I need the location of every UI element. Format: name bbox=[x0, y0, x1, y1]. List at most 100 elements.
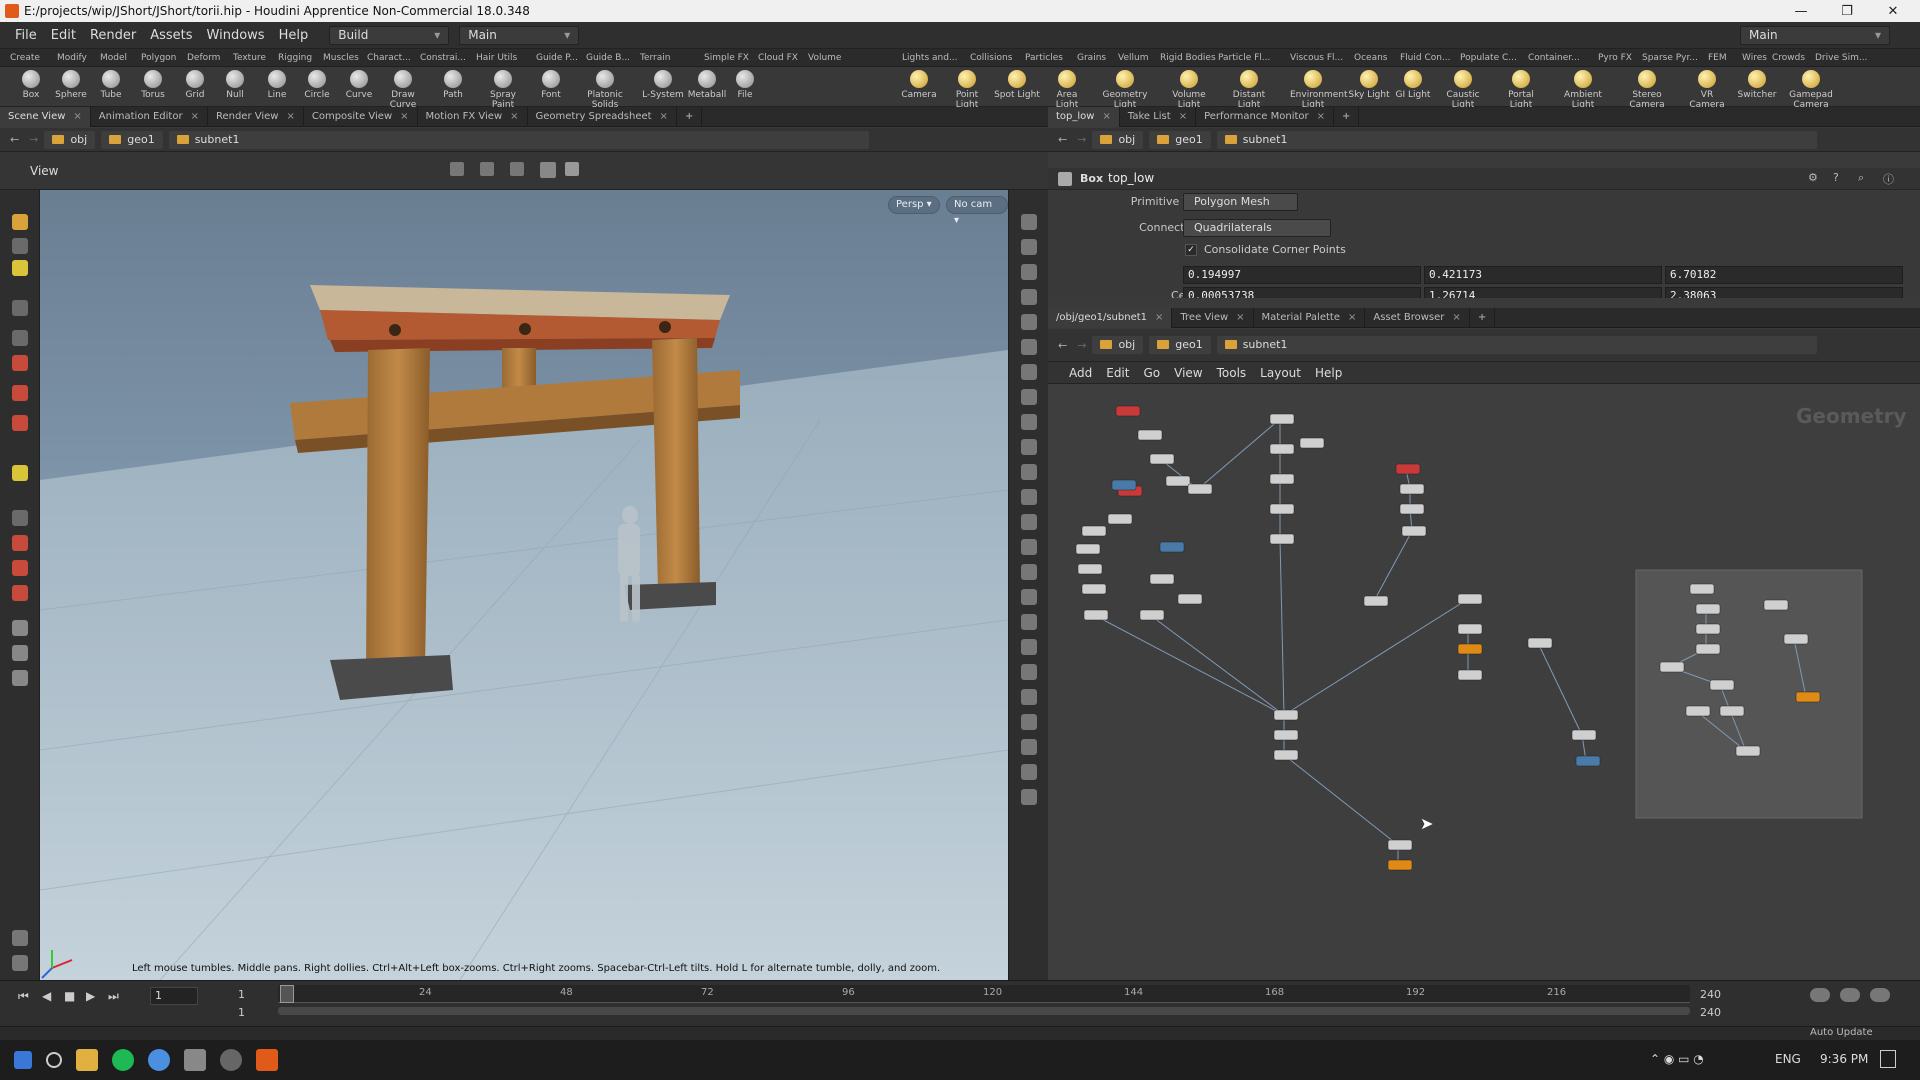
viewer-option-icon[interactable] bbox=[1021, 289, 1037, 305]
viewer-option-icon[interactable] bbox=[1021, 689, 1037, 705]
node-name[interactable]: top_low bbox=[1108, 171, 1154, 185]
network-node[interactable] bbox=[1269, 413, 1295, 425]
viewer-option-icon[interactable] bbox=[1021, 564, 1037, 580]
menu-windows[interactable]: Windows bbox=[200, 28, 272, 43]
close-tab-icon[interactable]: × bbox=[1179, 111, 1187, 122]
network-node[interactable] bbox=[1165, 475, 1191, 487]
shelf-tab[interactable]: Simple FX bbox=[704, 49, 749, 67]
shelf-tool[interactable]: Platonic Solids bbox=[582, 70, 628, 110]
perspective-menu[interactable]: Persp ▾ bbox=[888, 196, 940, 214]
select-mode-icon[interactable] bbox=[12, 415, 28, 431]
connectivity-select[interactable]: Quadrilaterals bbox=[1183, 219, 1331, 237]
net-menu-view[interactable]: View bbox=[1167, 366, 1209, 380]
help-icon[interactable]: ? bbox=[1833, 171, 1839, 184]
network-node[interactable] bbox=[1527, 637, 1553, 649]
shelf-tool[interactable]: GI Light bbox=[1390, 70, 1436, 100]
network-node[interactable] bbox=[1115, 405, 1141, 417]
network-node[interactable] bbox=[1149, 573, 1175, 585]
gear-icon[interactable]: ⚙ bbox=[1808, 171, 1818, 184]
select-mode-icon[interactable] bbox=[12, 385, 28, 401]
shelf-tool[interactable]: Draw Curve bbox=[380, 70, 426, 110]
viewer-option-icon[interactable] bbox=[1021, 239, 1037, 255]
shelf-tab[interactable]: Polygon bbox=[141, 49, 176, 67]
viewer-option-icon[interactable] bbox=[1021, 439, 1037, 455]
pane-tab[interactable]: Composite View × bbox=[304, 106, 418, 127]
pane-tab[interactable]: Tree View × bbox=[1172, 307, 1254, 328]
desktop-select[interactable]: Build ▾ bbox=[329, 25, 450, 45]
consolidate-checkbox[interactable]: ✓ bbox=[1185, 244, 1197, 256]
shelf-tab[interactable]: Charact... bbox=[367, 49, 411, 67]
display-option-icon[interactable] bbox=[510, 162, 524, 176]
pane-tab[interactable]: Scene View × bbox=[0, 106, 91, 127]
select-tool-icon[interactable] bbox=[12, 238, 28, 254]
jump-start-icon[interactable]: ⏮ bbox=[18, 989, 29, 1004]
pane-tab[interactable]: Render View × bbox=[208, 106, 304, 127]
viewer-option-icon[interactable] bbox=[1021, 614, 1037, 630]
network-editor[interactable]: Geometry ➤ bbox=[1048, 384, 1920, 980]
display-option-icon[interactable] bbox=[480, 162, 494, 176]
shelf-tab[interactable]: Create bbox=[10, 49, 40, 67]
network-node[interactable] bbox=[1689, 583, 1715, 595]
pane-tab[interactable]: Performance Monitor × bbox=[1196, 106, 1335, 127]
shelf-tool[interactable]: File bbox=[722, 70, 768, 100]
shelf-tab[interactable]: Muscles bbox=[323, 49, 359, 67]
network-node[interactable] bbox=[1273, 729, 1299, 741]
shelf-tool[interactable]: Null bbox=[212, 70, 258, 100]
magnet-icon[interactable] bbox=[12, 535, 28, 551]
shelf-tool[interactable]: L-System bbox=[640, 70, 686, 100]
network-node[interactable] bbox=[1695, 643, 1721, 655]
pane-tab[interactable]: Animation Editor × bbox=[91, 106, 208, 127]
handle-tool-icon[interactable] bbox=[12, 214, 28, 230]
viewer-option-icon[interactable] bbox=[1021, 264, 1037, 280]
brush-icon[interactable] bbox=[12, 930, 28, 946]
close-tab-icon[interactable]: × bbox=[1452, 312, 1460, 323]
shelf-tab[interactable]: Deform bbox=[187, 49, 220, 67]
shelf-tool[interactable]: Curve bbox=[336, 70, 382, 100]
network-node[interactable] bbox=[1269, 443, 1295, 455]
range-slider[interactable] bbox=[278, 1007, 1690, 1015]
language-indicator[interactable]: ENG bbox=[1775, 1052, 1801, 1066]
shelf-tab[interactable]: Guide P... bbox=[536, 49, 578, 67]
display-option-icon[interactable] bbox=[450, 162, 464, 176]
network-node[interactable] bbox=[1149, 453, 1175, 465]
info-icon[interactable]: ⓘ bbox=[1883, 171, 1894, 187]
shelf-tab[interactable]: Particle Fl... bbox=[1218, 49, 1270, 67]
network-node[interactable] bbox=[1081, 525, 1107, 537]
shelf-tab[interactable]: Populate C... bbox=[1460, 49, 1517, 67]
network-node[interactable] bbox=[1269, 533, 1295, 545]
current-frame-field[interactable]: 1 bbox=[150, 987, 198, 1005]
network-node[interactable] bbox=[1659, 661, 1685, 673]
network-node[interactable] bbox=[1719, 705, 1745, 717]
network-node[interactable] bbox=[1795, 691, 1821, 703]
center-y-field[interactable]: 1.26714 bbox=[1424, 287, 1662, 298]
viewer-option-icon[interactable] bbox=[1021, 214, 1037, 230]
close-tab-icon[interactable]: × bbox=[73, 111, 81, 122]
close-tab-icon[interactable]: × bbox=[400, 111, 408, 122]
shelf-tool[interactable]: Geometry Light bbox=[1102, 70, 1148, 110]
viewer-option-icon[interactable] bbox=[1021, 539, 1037, 555]
close-tab-icon[interactable]: × bbox=[1236, 312, 1244, 323]
size-y-field[interactable]: 0.421173 bbox=[1424, 266, 1662, 284]
back-icon[interactable]: ← bbox=[1058, 339, 1067, 352]
app-icon[interactable] bbox=[184, 1049, 206, 1071]
path-subnet1[interactable]: subnet1 bbox=[168, 130, 869, 149]
audio-icon[interactable] bbox=[1840, 988, 1860, 1002]
center-z-field[interactable]: 2.38063 bbox=[1665, 287, 1903, 298]
viewer-option-icon[interactable] bbox=[1021, 514, 1037, 530]
shelf-tab[interactable]: Vellum bbox=[1118, 49, 1148, 67]
shelf-tool[interactable]: Path bbox=[430, 70, 476, 100]
shelf-tab[interactable]: Model bbox=[100, 49, 127, 67]
camera-icon[interactable] bbox=[12, 620, 28, 636]
shelf-tab[interactable]: Collisions bbox=[970, 49, 1012, 67]
shelf-tool[interactable]: Area Light bbox=[1044, 70, 1090, 110]
shelf-tab[interactable]: Lights and... bbox=[902, 49, 958, 67]
network-node[interactable] bbox=[1273, 709, 1299, 721]
add-tab-icon[interactable]: + bbox=[1470, 307, 1496, 328]
spotify-icon[interactable] bbox=[112, 1049, 134, 1071]
shelf-tab[interactable]: Sparse Pyr... bbox=[1642, 49, 1698, 67]
end-frame[interactable]: 240 bbox=[1700, 988, 1721, 1001]
menu-assets[interactable]: Assets bbox=[143, 28, 199, 43]
search-icon[interactable] bbox=[46, 1052, 62, 1068]
shelf-tab[interactable]: Volume bbox=[808, 49, 841, 67]
viewer-option-icon[interactable] bbox=[1021, 664, 1037, 680]
